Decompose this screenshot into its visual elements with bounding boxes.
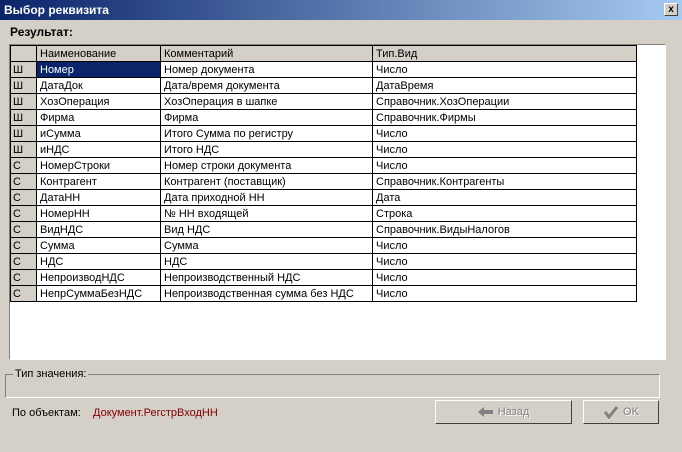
comment-cell[interactable]: Непроизводственный НДС (160, 269, 373, 286)
comment-cell[interactable]: Непроизводственная сумма без НДС (160, 285, 373, 302)
type-cell[interactable]: Число (372, 157, 637, 174)
row-type-cell[interactable]: С (10, 157, 37, 174)
attributes-grid[interactable]: Наименование Комментарий Тип.Вид Ш Номер Н… (10, 45, 637, 302)
comment-cell[interactable]: Дата приходной НН (160, 189, 373, 206)
comment-cell[interactable]: Сумма (160, 237, 373, 254)
name-cell[interactable]: иСумма (36, 125, 161, 142)
window-title: Выбор реквизита (4, 3, 109, 17)
header-comment[interactable]: Комментарий (160, 45, 373, 62)
name-cell[interactable]: НДС (36, 253, 161, 270)
arrow-left-icon (477, 407, 493, 417)
name-cell[interactable]: НомерСтроки (36, 157, 161, 174)
row-type-cell[interactable]: Ш (10, 77, 37, 94)
table-row[interactable]: С Контрагент Контрагент (поставщик) Справоч… (10, 173, 637, 190)
table-row[interactable]: ШиНДС Итого НДС Число (10, 141, 637, 158)
table-row[interactable]: С НепрСуммаБезНДС Непроизводственная сумма… (10, 285, 637, 302)
type-cell[interactable]: Строка (372, 205, 637, 222)
row-type-cell[interactable]: С (10, 189, 37, 206)
table-row[interactable]: С НДС НДС Число (10, 253, 637, 270)
attributes-table[interactable]: Наименование Комментарий Тип.Вид Ш Номер Н… (9, 44, 666, 360)
row-type-cell[interactable]: Ш (10, 109, 37, 126)
type-cell[interactable]: Число (372, 61, 637, 78)
table-row[interactable]: С Сумма Сумма Число (10, 237, 637, 254)
row-type-cell[interactable]: Ш (10, 61, 37, 78)
table-header: Наименование Комментарий Тип.Вид (10, 45, 637, 62)
row-type-cell[interactable]: Ш (10, 141, 37, 158)
header-row-type[interactable] (10, 45, 37, 62)
type-cell[interactable]: Число (372, 285, 637, 302)
name-cell[interactable]: ДатаНН (36, 189, 161, 206)
objects-label: По объектам: (12, 407, 81, 419)
row-type-cell[interactable]: Ш (10, 93, 37, 110)
type-cell[interactable]: Справочник.ВидыНалогов (372, 221, 637, 238)
back-button-label: Назад (497, 406, 530, 418)
type-cell[interactable]: Число (372, 141, 637, 158)
back-button[interactable]: Назад (435, 400, 572, 424)
type-cell[interactable]: Справочник.Фирмы (372, 109, 637, 126)
ok-button[interactable]: OK (583, 400, 659, 424)
row-type-cell[interactable]: С (10, 285, 37, 302)
close-button[interactable]: x (664, 3, 678, 16)
type-cell[interactable]: Число (372, 125, 637, 142)
table-row[interactable]: Ш ХозОперация ХозОперация в шапке Справочни… (10, 93, 637, 110)
row-type-cell[interactable]: С (10, 269, 37, 286)
header-type[interactable]: Тип.Вид (372, 45, 637, 62)
table-row[interactable]: С НепроизводНДС Непроизводственный НДС Числ… (10, 269, 637, 286)
type-value-group: Тип значения: (5, 368, 662, 398)
type-cell[interactable]: Справочник.Контрагенты (372, 173, 637, 190)
comment-cell[interactable]: Итого НДС (160, 141, 373, 158)
type-value-label: Тип значения: (13, 368, 89, 380)
table-row[interactable]: Ш ДатаДок Дата/время документа ДатаВремя (10, 77, 637, 94)
name-cell[interactable]: Номер (36, 61, 161, 78)
checkmark-icon (603, 406, 619, 419)
type-cell[interactable]: Справочник.ХозОперации (372, 93, 637, 110)
table-row[interactable]: ШиСумма Итого Сумма по регистру Число (10, 125, 637, 142)
type-cell[interactable]: Дата (372, 189, 637, 206)
title-bar: Выбор реквизита x (0, 0, 682, 20)
name-cell[interactable]: НепрСуммаБезНДС (36, 285, 161, 302)
row-type-cell[interactable]: Ш (10, 125, 37, 142)
comment-cell[interactable]: № НН входящей (160, 205, 373, 222)
comment-cell[interactable]: Номер строки документа (160, 157, 373, 174)
row-type-cell[interactable]: С (10, 173, 37, 190)
objects-value: Документ.РегстрВходНН (93, 407, 218, 419)
name-cell[interactable]: НепроизводНДС (36, 269, 161, 286)
table-row[interactable]: С ВидНДС Вид НДС Справочник.ВидыНалогов (10, 221, 637, 238)
type-cell[interactable]: ДатаВремя (372, 77, 637, 94)
name-cell[interactable]: ВидНДС (36, 221, 161, 238)
result-label: Результат: (10, 25, 73, 39)
name-cell[interactable]: Фирма (36, 109, 161, 126)
comment-cell[interactable]: Номер документа (160, 61, 373, 78)
type-value-frame (5, 374, 660, 398)
name-cell[interactable]: ДатаДок (36, 77, 161, 94)
row-type-cell[interactable]: С (10, 205, 37, 222)
type-cell[interactable]: Число (372, 237, 637, 254)
name-cell[interactable]: Контрагент (36, 173, 161, 190)
header-name[interactable]: Наименование (36, 45, 161, 62)
name-cell[interactable]: Сумма (36, 237, 161, 254)
type-cell[interactable]: Число (372, 253, 637, 270)
table-row[interactable]: С НомерСтроки Номер строки документа Число (10, 157, 637, 174)
comment-cell[interactable]: Итого Сумма по регистру (160, 125, 373, 142)
table-row[interactable]: С ДатаНН Дата приходной НН Дата (10, 189, 637, 206)
row-type-cell[interactable]: С (10, 237, 37, 254)
row-type-cell[interactable]: С (10, 221, 37, 238)
comment-cell[interactable]: Фирма (160, 109, 373, 126)
name-cell[interactable]: ХозОперация (36, 93, 161, 110)
comment-cell[interactable]: НДС (160, 253, 373, 270)
table-row[interactable]: С НомерНН № НН входящей Строка (10, 205, 637, 222)
ok-button-label: OK (623, 406, 639, 418)
name-cell[interactable]: НомерНН (36, 205, 161, 222)
comment-cell[interactable]: Контрагент (поставщик) (160, 173, 373, 190)
comment-cell[interactable]: Дата/время документа (160, 77, 373, 94)
type-cell[interactable]: Число (372, 269, 637, 286)
comment-cell[interactable]: ХозОперация в шапке (160, 93, 373, 110)
close-icon: x (668, 4, 674, 15)
table-row[interactable]: Ш Фирма Фирма Справочник.Фирмы (10, 109, 637, 126)
row-type-cell[interactable]: С (10, 253, 37, 270)
comment-cell[interactable]: Вид НДС (160, 221, 373, 238)
table-row[interactable]: Ш Номер Номер документа Число (10, 61, 637, 78)
name-cell[interactable]: иНДС (36, 141, 161, 158)
